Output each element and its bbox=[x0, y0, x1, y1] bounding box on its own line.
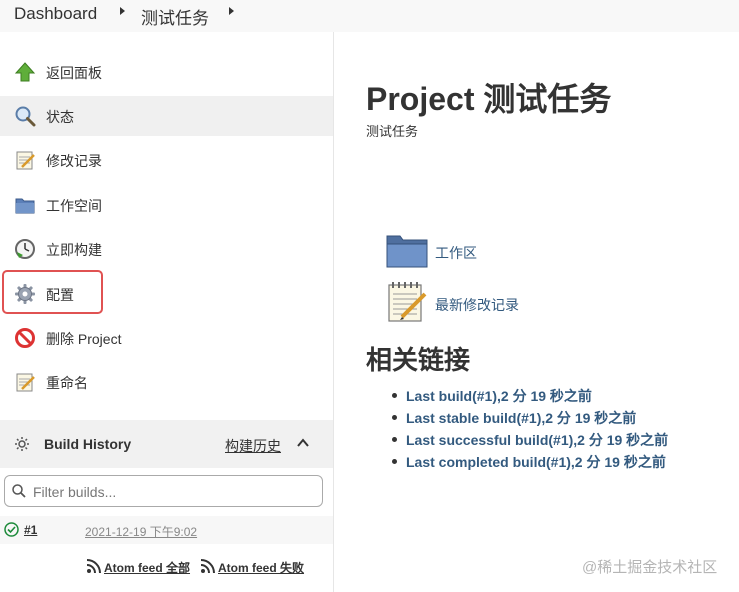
sidebar-item-back-to-dashboard[interactable]: 返回面板 bbox=[0, 52, 333, 92]
breadcrumb: Dashboard 测试任务 bbox=[0, 0, 739, 32]
sidebar-item-label: 删除 Project bbox=[46, 331, 122, 347]
rss-feed-icon bbox=[86, 559, 101, 574]
sidebar-item-status[interactable]: 状态 bbox=[0, 96, 333, 136]
sidebar-item-workspace[interactable]: 工作空间 bbox=[0, 185, 333, 225]
rss-feed-icon bbox=[200, 559, 215, 574]
no-entry-icon bbox=[15, 328, 35, 348]
watermark: @稀土掘金技术社区 bbox=[582, 559, 718, 576]
folder-icon[interactable] bbox=[386, 232, 428, 268]
atom-feed-failed-link[interactable]: Atom feed 失败 bbox=[218, 559, 304, 576]
up-arrow-icon bbox=[14, 62, 36, 82]
sidebar-item-label: 状态 bbox=[46, 109, 74, 125]
atom-feeds: Atom feed 全部 Atom feed 失败 bbox=[0, 556, 333, 578]
filter-builds-input[interactable] bbox=[31, 482, 315, 502]
search-icon bbox=[12, 484, 26, 498]
build-history-title: Build History bbox=[44, 436, 132, 452]
sidebar-item-build-now[interactable]: 立即构建 bbox=[0, 229, 333, 269]
page-title: Project 测试任务 bbox=[366, 81, 612, 117]
table-row: #1 2021-12-19 下午9:02 bbox=[0, 516, 333, 544]
last-completed-build-link[interactable]: Last completed build(#1),2 分 19 秒之前 bbox=[392, 452, 668, 474]
notepad-icon bbox=[16, 151, 35, 170]
filter-builds-field[interactable] bbox=[4, 475, 323, 507]
sidebar-item-label: 重命名 bbox=[46, 375, 88, 391]
search-icon bbox=[15, 106, 36, 127]
configure-highlight-box bbox=[2, 270, 103, 314]
workspace-link[interactable]: 工作区 bbox=[435, 243, 477, 263]
build-history-link[interactable]: 构建历史 bbox=[225, 436, 281, 456]
build-time-link[interactable]: 2021-12-19 下午9:02 bbox=[85, 523, 197, 540]
last-build-link[interactable]: Last build(#1),2 分 19 秒之前 bbox=[392, 386, 668, 408]
sidebar-item-changes[interactable]: 修改记录 bbox=[0, 140, 333, 180]
build-history-header: Build History 构建历史 bbox=[0, 420, 333, 468]
build-history-icon bbox=[15, 437, 29, 451]
sidebar-item-delete-project[interactable]: 删除 Project bbox=[0, 318, 333, 358]
recent-changes-link[interactable]: 最新修改记录 bbox=[435, 295, 519, 315]
folder-icon bbox=[15, 198, 35, 214]
sidebar-item-rename[interactable]: 重命名 bbox=[0, 362, 333, 402]
related-links-list: Last build(#1),2 分 19 秒之前 Last stable bu… bbox=[392, 386, 668, 474]
project-description: 测试任务 bbox=[366, 124, 419, 139]
related-links-heading: 相关链接 bbox=[366, 345, 471, 375]
sidebar-item-label: 工作空间 bbox=[46, 198, 102, 214]
sidebar-item-label: 返回面板 bbox=[46, 65, 102, 81]
notepad-icon bbox=[16, 373, 35, 392]
atom-feed-all-link[interactable]: Atom feed 全部 bbox=[104, 559, 190, 576]
success-check-icon bbox=[4, 522, 19, 537]
breadcrumb-dashboard[interactable]: Dashboard bbox=[14, 4, 97, 24]
last-stable-build-link[interactable]: Last stable build(#1),2 分 19 秒之前 bbox=[392, 408, 668, 430]
breadcrumb-separator-icon[interactable] bbox=[229, 7, 234, 15]
sidebar-item-label: 修改记录 bbox=[46, 153, 102, 169]
sidebar: 返回面板 状态 修改记录 工作空间 立即构建 配置 删除 Project 重命名… bbox=[0, 32, 334, 592]
clock-icon bbox=[15, 239, 35, 259]
breadcrumb-separator-icon[interactable] bbox=[120, 7, 125, 15]
chevron-up-icon[interactable] bbox=[296, 436, 310, 450]
build-number-link[interactable]: #1 bbox=[24, 523, 37, 537]
last-successful-build-link[interactable]: Last successful build(#1),2 分 19 秒之前 bbox=[392, 430, 668, 452]
sidebar-item-label: 立即构建 bbox=[46, 242, 102, 258]
breadcrumb-job[interactable]: 测试任务 bbox=[141, 4, 209, 29]
notepad-icon[interactable] bbox=[386, 281, 428, 323]
